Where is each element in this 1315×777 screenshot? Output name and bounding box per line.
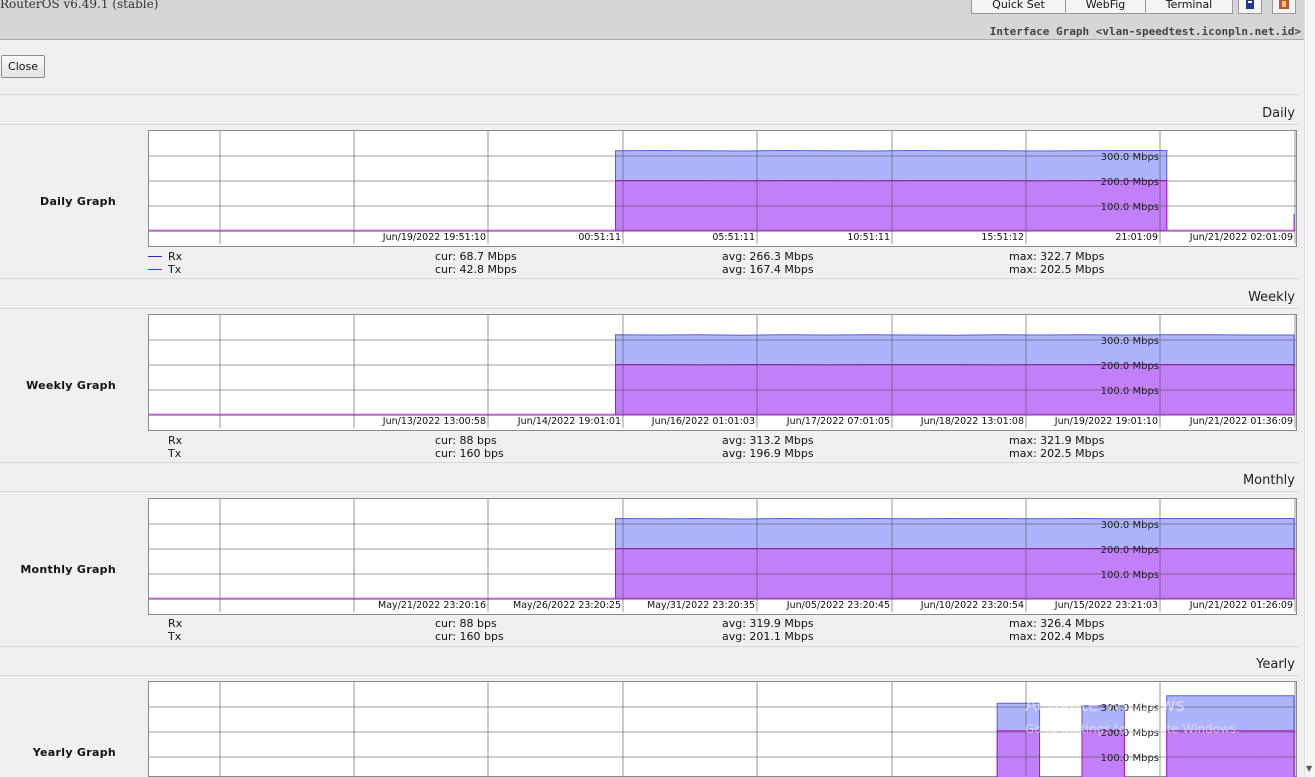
daily-graph-chart: 300.0 Mbps 200.0 Mbps 100.0 Mbps Jun/19/202… — [148, 130, 1297, 247]
x-tick-label: Jun/19/2022 19:51:10 — [382, 232, 486, 243]
monthly-graph-chart: 300.0 Mbps 200.0 Mbps 100.0 Mbps May/21/202… — [148, 498, 1297, 615]
section-title-daily: Daily — [1262, 106, 1295, 121]
x-tick-label: Jun/10/2022 23:20:54 — [920, 600, 1024, 611]
tx-cur: cur: 160 bps — [435, 447, 504, 460]
weekly-graph-chart: 300.0 Mbps 200.0 Mbps 100.0 Mbps Jun/13/202… — [148, 314, 1297, 431]
legend-rx-row: Rx cur: 88 bps avg: 313.2 Mbps max: 321.… — [0, 434, 1300, 447]
webfig-button[interactable]: WebFig — [1065, 0, 1146, 14]
tx-avg: avg: 201.1 Mbps — [722, 630, 814, 643]
legend-tx-row: Tx cur: 42.8 Mbps avg: 167.4 Mbps max: 2… — [0, 263, 1300, 276]
scroll-down-arrow-icon[interactable]: ▼ — [1306, 764, 1312, 773]
x-tick-label: Jun/17/2022 07:01:05 — [786, 416, 890, 427]
x-tick-label: May/26/2022 23:20:25 — [513, 600, 621, 611]
version-label: RouterOS v6.49.1 (stable) — [0, 0, 159, 11]
legend-rx-row: Rx cur: 88 bps avg: 319.9 Mbps max: 326.… — [0, 617, 1300, 630]
quick-set-button[interactable]: Quick Set — [971, 0, 1066, 14]
yearly-graph-label: Yearly Graph — [32, 746, 116, 759]
close-button[interactable]: Close — [1, 55, 45, 78]
divider — [0, 94, 1300, 95]
rx-max: max: 326.4 Mbps — [1009, 617, 1105, 630]
y-tick-label: 100.0 Mbps — [1101, 202, 1159, 213]
rx-max: max: 321.9 Mbps — [1009, 434, 1105, 447]
x-tick-label: 21:01:09 — [1115, 232, 1158, 243]
x-tick-label: Jun/21/2022 01:36:09 — [1189, 416, 1293, 427]
legend-tx-row: Tx cur: 160 bps avg: 196.9 Mbps max: 202… — [0, 447, 1300, 460]
y-tick-label: 200.0 Mbps — [1101, 361, 1159, 372]
vertical-scrollbar[interactable] — [1304, 0, 1315, 777]
window-title: Interface Graph <vlan-speedtest.iconpln.… — [989, 25, 1301, 38]
x-tick-label: 05:51:11 — [712, 232, 755, 243]
x-tick-label: May/31/2022 23:20:35 — [647, 600, 755, 611]
divider — [0, 308, 1300, 309]
divider — [0, 491, 1300, 492]
x-tick-label: 15:51:12 — [981, 232, 1024, 243]
legend-rx-row: Rx cur: 68.7 Mbps avg: 266.3 Mbps max: 3… — [0, 250, 1300, 263]
tx-avg: avg: 196.9 Mbps — [722, 447, 814, 460]
tx-name: Tx — [168, 263, 182, 276]
logout-button[interactable] — [1272, 0, 1296, 14]
y-tick-label: 200.0 Mbps — [1101, 177, 1159, 188]
section-title-yearly: Yearly — [1256, 657, 1295, 672]
divider — [0, 675, 1300, 676]
y-tick-label: 100.0 Mbps — [1101, 386, 1159, 397]
x-tick-label: May/21/2022 23:20:16 — [378, 600, 486, 611]
x-tick-label: 10:51:11 — [847, 232, 890, 243]
x-tick-label: Jun/18/2022 13:01:08 — [920, 416, 1024, 427]
top-bar: RouterOS v6.49.1 (stable) Quick Set WebF… — [0, 0, 1315, 40]
rx-avg: avg: 266.3 Mbps — [722, 250, 814, 263]
rx-name: Rx — [168, 617, 183, 630]
daily-graph-label: Daily Graph — [40, 195, 116, 208]
y-tick-label: 300.0 Mbps — [1101, 152, 1159, 163]
tx-cur: cur: 42.8 Mbps — [435, 263, 517, 276]
watermark-line1: Activate Windows — [1025, 695, 1185, 716]
x-tick-label: Jun/13/2022 13:00:58 — [382, 416, 486, 427]
divider — [0, 646, 1300, 647]
divider — [0, 124, 1300, 125]
y-tick-label: 300.0 Mbps — [1101, 520, 1159, 531]
terminal-button[interactable]: Terminal — [1145, 0, 1233, 14]
rx-cur: cur: 88 bps — [435, 434, 497, 447]
logout-icon — [1279, 0, 1289, 9]
x-tick-label: Jun/21/2022 01:26:09 — [1189, 600, 1293, 611]
x-tick-label: Jun/21/2022 02:01:09 — [1189, 232, 1293, 243]
x-tick-label: Jun/19/2022 19:01:10 — [1054, 416, 1158, 427]
tx-max: max: 202.5 Mbps — [1009, 263, 1105, 276]
tx-name: Tx — [168, 630, 182, 643]
rx-name: Rx — [168, 250, 183, 263]
x-tick-label: Jun/14/2022 19:01:01 — [517, 416, 621, 427]
design-skin-button[interactable] — [1238, 0, 1262, 14]
weekly-graph-label: Weekly Graph — [26, 379, 116, 392]
x-tick-label: 00:51:11 — [578, 232, 621, 243]
divider — [0, 278, 1300, 279]
tx-line-swatch — [148, 269, 162, 270]
x-tick-label: Jun/15/2022 23:21:03 — [1054, 600, 1158, 611]
y-tick-label: 200.0 Mbps — [1101, 545, 1159, 556]
rx-max: max: 322.7 Mbps — [1009, 250, 1105, 263]
x-tick-label: Jun/16/2022 01:01:03 — [651, 416, 755, 427]
tx-max: max: 202.4 Mbps — [1009, 630, 1105, 643]
y-tick-label: 100.0 Mbps — [1101, 570, 1159, 581]
y-tick-label: 300.0 Mbps — [1101, 336, 1159, 347]
rx-line-swatch — [148, 256, 162, 257]
tx-cur: cur: 160 bps — [435, 630, 504, 643]
divider — [0, 462, 1300, 463]
watermark-line2: Go to Settings to activate Windows. — [1025, 722, 1240, 736]
skin-icon — [1246, 0, 1254, 9]
rx-cur: cur: 68.7 Mbps — [435, 250, 517, 263]
section-title-monthly: Monthly — [1242, 473, 1295, 488]
rx-name: Rx — [168, 434, 183, 447]
rx-cur: cur: 88 bps — [435, 617, 497, 630]
y-tick-label: 100.0 Mbps — [1101, 753, 1159, 764]
section-title-weekly: Weekly — [1248, 290, 1295, 305]
tx-max: max: 202.5 Mbps — [1009, 447, 1105, 460]
legend-tx-row: Tx cur: 160 bps avg: 201.1 Mbps max: 202… — [0, 630, 1300, 643]
tx-avg: avg: 167.4 Mbps — [722, 263, 814, 276]
x-tick-label: Jun/05/2022 23:20:45 — [786, 600, 890, 611]
tx-name: Tx — [168, 447, 182, 460]
rx-avg: avg: 313.2 Mbps — [722, 434, 814, 447]
rx-avg: avg: 319.9 Mbps — [722, 617, 814, 630]
monthly-graph-label: Monthly Graph — [20, 563, 116, 576]
